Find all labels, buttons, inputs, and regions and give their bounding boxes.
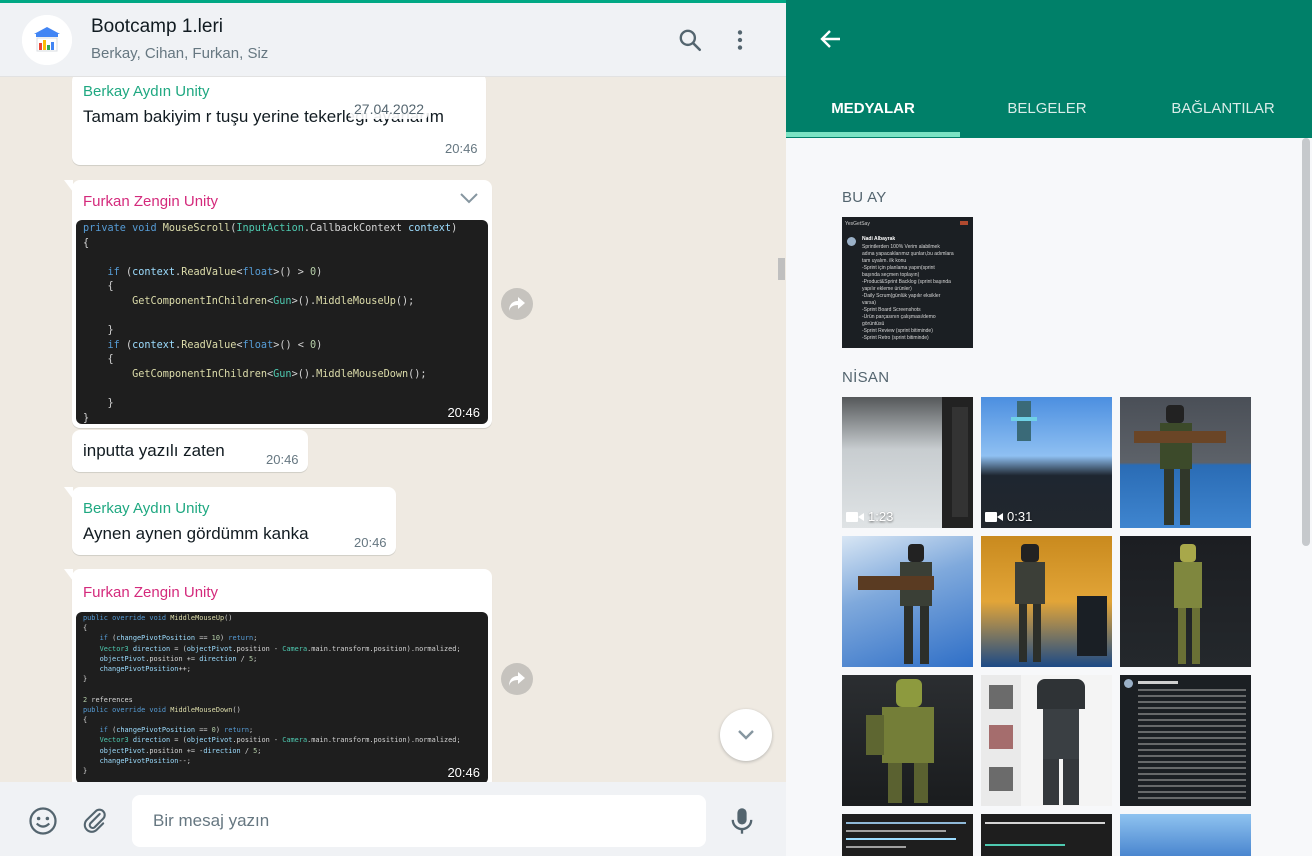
sender-name[interactable]: Berkay Aydın Unity (83, 500, 209, 517)
code-screenshot-image[interactable]: public override void MiddleMouseUp() { i… (76, 612, 488, 782)
message-time: 20:46 (354, 535, 387, 550)
thumb-text-line: -Product&Sprint Backlog (sprint başında (862, 279, 951, 285)
date-chip: 27.04.2022 (350, 99, 429, 119)
thumb-text-line: -Sprint için planlama yapın(sprint (862, 265, 935, 271)
message-bubble[interactable]: Berkay Aydın Unity Tamam bakiyim r tuşu … (72, 77, 486, 165)
code-text: public override void MiddleMouseUp() { i… (83, 614, 461, 776)
menu-icon[interactable] (725, 25, 755, 55)
thumb-text: Sprintlerden 100% Verim alabilmek adına y… (862, 244, 970, 342)
thumb-text-line: başında seçmen toplayın) (862, 272, 920, 278)
microphone-icon[interactable] (727, 806, 757, 836)
chevron-down-icon (738, 730, 754, 740)
thumb-text-line: -Sprint Retro (sprint bitiminde) (862, 335, 929, 341)
thumb-app-name: YesGetSay (845, 221, 870, 227)
video-duration: 1:23 (846, 509, 893, 524)
emoji-icon[interactable] (28, 806, 58, 836)
thumb-text-line: -Daily Scrum(günlük yapılır eksikler (862, 293, 941, 299)
media-panel: MEDYALAR BELGELER BAĞLANTILAR BU AY YesG… (786, 0, 1312, 856)
video-duration: 0:31 (985, 509, 1032, 524)
scrollbar[interactable] (1302, 138, 1310, 546)
thumb-text-line: -Sprint Review (sprint bitiminde) (862, 328, 933, 334)
section-label: NİSAN (842, 369, 890, 386)
media-thumbnail[interactable] (1120, 814, 1251, 856)
scrollbar[interactable] (778, 258, 785, 280)
tab-media[interactable]: MEDYALAR (786, 88, 960, 138)
thumb-badge (960, 221, 968, 225)
video-thumbnail[interactable]: 0:31 (981, 397, 1112, 528)
video-camera-icon (985, 511, 1003, 522)
group-avatar[interactable] (22, 15, 72, 65)
thumb-text-line: adına yapacaklarımız şunları,bu adımlara (862, 251, 954, 257)
media-thumbnail[interactable] (842, 814, 973, 856)
video-thumbnail[interactable]: 1:23 (842, 397, 973, 528)
message-time: 20:46 (445, 141, 478, 156)
forward-icon[interactable] (501, 663, 533, 695)
media-thumbnail[interactable] (1120, 675, 1251, 806)
media-thumbnail[interactable] (981, 536, 1112, 667)
media-thumbnail[interactable]: YesGetSay Nadi Albayrak Sprintlerden 100… (842, 217, 973, 348)
message-time: 20:46 (266, 452, 299, 467)
media-thumbnail[interactable] (842, 536, 973, 667)
group-members[interactable]: Berkay, Cihan, Furkan, Siz (91, 45, 268, 62)
media-thumbnail[interactable] (842, 675, 973, 806)
chat-header[interactable]: Bootcamp 1.leri Berkay, Cihan, Furkan, S… (0, 3, 786, 77)
section-label: BU AY (842, 189, 887, 206)
group-title[interactable]: Bootcamp 1.leri (91, 16, 223, 38)
sender-name[interactable]: Furkan Zengin Unity (83, 193, 218, 210)
media-thumbnail[interactable] (1120, 397, 1251, 528)
message-bubble[interactable]: Furkan Zengin Unity private void MouseSc… (64, 180, 492, 428)
tab-documents[interactable]: BELGELER (960, 88, 1134, 138)
chevron-down-icon[interactable] (458, 190, 480, 211)
thumb-text-line: yapılır ekleme ürünler) (862, 286, 912, 292)
thumb-text-line: tam uyalım. ilk konu (862, 258, 907, 264)
thumb-text-line: varsa) (862, 300, 876, 306)
thumb-text-line: -Sprint Board Screenshots (862, 307, 921, 313)
chat-panel: Bootcamp 1.leri Berkay, Cihan, Furkan, S… (0, 0, 786, 856)
message-list[interactable]: Berkay Aydın Unity Tamam bakiyim r tuşu … (0, 77, 786, 782)
media-thumbnail[interactable] (981, 814, 1112, 856)
thumb-author: Nadi Albayrak (862, 236, 896, 242)
sender-name[interactable]: Berkay Aydın Unity (83, 83, 209, 100)
thumb-text-line: görüntüsü (862, 321, 885, 327)
message-input[interactable] (132, 795, 706, 847)
message-text: Aynen aynen gördümm kanka (83, 524, 309, 543)
avatar (847, 237, 856, 246)
message-text: inputta yazılı zaten (83, 441, 225, 460)
search-icon[interactable] (675, 25, 705, 55)
message-bubble[interactable]: inputta yazılı zaten 20:46 (72, 430, 308, 472)
attach-icon[interactable] (80, 806, 110, 836)
active-tab-indicator (786, 132, 960, 137)
message-bubble[interactable]: Furkan Zengin Unity public override void… (64, 569, 492, 782)
media-header: MEDYALAR BELGELER BAĞLANTILAR (786, 0, 1312, 138)
back-arrow-icon[interactable] (816, 24, 846, 54)
video-camera-icon (846, 511, 864, 522)
image-time: 20:46 (447, 405, 480, 420)
thumb-text-line: Sprintlerden 100% Verim alabilmek (862, 244, 940, 250)
tab-links[interactable]: BAĞLANTILAR (1136, 88, 1310, 138)
code-text: private void MouseScroll(InputAction.Cal… (83, 223, 458, 424)
message-bubble[interactable]: Berkay Aydın Unity Aynen aynen gördümm k… (64, 487, 396, 555)
scroll-down-button[interactable] (720, 709, 772, 761)
image-time: 20:46 (447, 765, 480, 780)
media-thumbnail[interactable] (1120, 536, 1251, 667)
media-thumbnail[interactable] (981, 675, 1112, 806)
code-screenshot-image[interactable]: private void MouseScroll(InputAction.Cal… (76, 220, 488, 424)
compose-bar (0, 782, 786, 856)
thumb-text-line: -Ürün parçasının çalışması/demo (862, 314, 936, 320)
forward-icon[interactable] (501, 288, 533, 320)
sender-name[interactable]: Furkan Zengin Unity (83, 584, 218, 601)
classroom-logo-icon (22, 15, 72, 65)
